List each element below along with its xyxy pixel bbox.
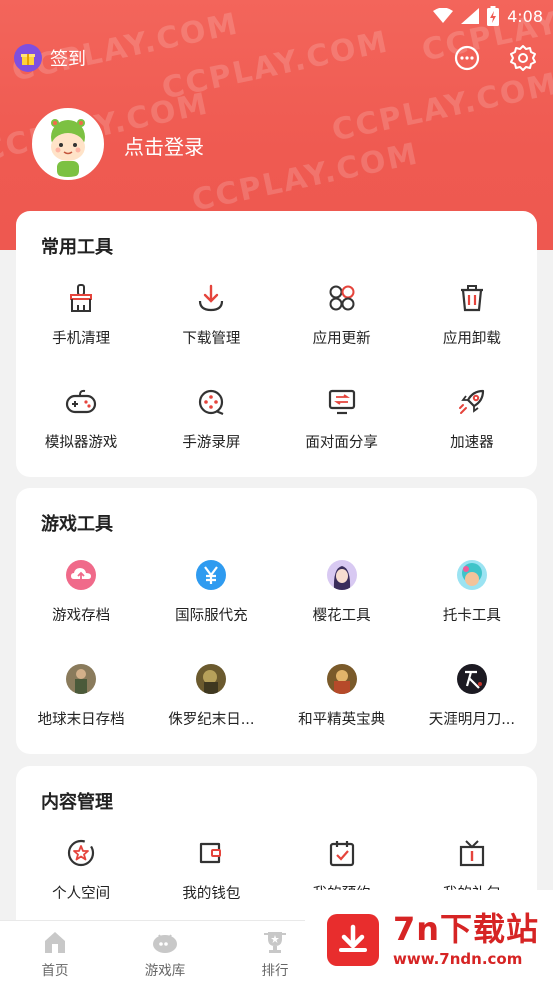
tool-label: 下载管理 (182, 331, 241, 347)
rocket-icon (458, 389, 484, 414)
nav-label: 首页 (41, 963, 69, 979)
broom-icon (70, 284, 93, 312)
common-tools-card: 常用工具 手机清理 下载管理 应用更新 应用卸载 模拟器游戏 手游录屏 面对面分… (16, 211, 537, 477)
menu-personal-space[interactable]: 个人空间 (16, 836, 146, 903)
battery-icon (487, 6, 500, 26)
login-prompt[interactable]: 点击登录 (124, 131, 204, 160)
game-tools-card: 游戏工具 游戏存档 国际服代充 樱花工具 托卡工具 地球末日存档 侏罗纪末日..… (16, 488, 537, 754)
nav-label: 排行 (261, 963, 289, 979)
tool-face-to-face-share[interactable]: 面对面分享 (277, 385, 407, 452)
menu-label: 个人空间 (52, 886, 111, 902)
tool-jurassic[interactable]: 侏罗纪末日... (146, 662, 276, 729)
tool-game-save[interactable]: 游戏存档 (16, 558, 146, 625)
tool-intl-topup[interactable]: 国际服代充 (146, 558, 276, 625)
gear-icon (510, 45, 536, 71)
wallet-icon (200, 842, 222, 864)
game-thumb-toca (456, 560, 487, 590)
menu-wallet[interactable]: 我的钱包 (146, 836, 276, 903)
download-logo-icon (327, 914, 379, 966)
badge-title: 7n下载站 (393, 910, 540, 948)
apps-update-icon (329, 285, 355, 311)
trash-icon (460, 285, 483, 312)
avatar[interactable] (32, 108, 104, 180)
game-library-icon (153, 934, 177, 953)
tool-label: 游戏存档 (52, 608, 111, 624)
section-title: 游戏工具 (41, 514, 113, 535)
nav-label: 游戏库 (144, 963, 186, 979)
tool-label: 加速器 (450, 435, 494, 451)
record-icon (199, 389, 224, 416)
yen-icon (196, 560, 227, 590)
settings-button[interactable] (509, 44, 537, 72)
status-time: 4:08 (507, 6, 543, 26)
share-screen-icon (328, 389, 355, 415)
game-thumb-sakura (326, 560, 357, 590)
watermark-text: CCPLAY.COM (328, 66, 553, 149)
tool-app-update[interactable]: 应用更新 (277, 281, 407, 348)
tool-label: 应用卸载 (442, 331, 501, 347)
signal-icon (461, 8, 480, 24)
gift-box-icon (459, 840, 484, 867)
tool-label: 模拟器游戏 (44, 435, 118, 451)
tool-lastday-save[interactable]: 地球末日存档 (16, 662, 146, 729)
game-thumb-jurassic (196, 664, 227, 694)
game-thumb-peace (326, 664, 357, 694)
tool-label: 应用更新 (312, 331, 371, 347)
tool-label: 手游录屏 (182, 435, 241, 451)
section-title: 内容管理 (41, 792, 113, 813)
tool-toca[interactable]: 托卡工具 (407, 558, 537, 625)
tool-accelerator[interactable]: 加速器 (407, 385, 537, 452)
star-badge-icon (68, 839, 95, 867)
trophy-icon (264, 932, 286, 953)
section-title: 常用工具 (41, 237, 113, 258)
game-thumb-tianya (456, 664, 487, 694)
tool-label: 地球末日存档 (37, 712, 125, 728)
watermark-text: CCPLAY.COM (188, 136, 423, 219)
nav-home[interactable]: 首页 (0, 921, 110, 983)
wifi-icon (433, 8, 454, 23)
tool-label: 面对面分享 (305, 435, 378, 451)
tool-screen-record[interactable]: 手游录屏 (146, 385, 276, 452)
message-icon (454, 45, 480, 71)
tool-sakura[interactable]: 樱花工具 (277, 558, 407, 625)
tool-label: 天涯明月刀... (428, 712, 516, 728)
download-icon (199, 284, 224, 312)
signin-button[interactable]: 签到 (14, 44, 86, 72)
tool-label: 樱花工具 (312, 608, 371, 624)
game-thumb-lastday (66, 664, 97, 694)
tool-peace-elite[interactable]: 和平精英宝典 (277, 662, 407, 729)
tool-phone-clean[interactable]: 手机清理 (16, 281, 146, 348)
tool-tianya[interactable]: 天涯明月刀... (407, 662, 537, 729)
gamepad-icon (66, 389, 97, 414)
nav-game-library[interactable]: 游戏库 (110, 921, 220, 983)
site-watermark-badge: 7n下载站 www.7ndn.com (305, 890, 553, 983)
calendar-check-icon (329, 841, 354, 867)
signin-label: 签到 (50, 49, 86, 70)
tool-emulator-games[interactable]: 模拟器游戏 (16, 385, 146, 452)
message-button[interactable] (453, 44, 481, 72)
status-bar: 4:08 (0, 0, 553, 34)
home-icon (45, 932, 65, 953)
tool-label: 侏罗纪末日... (168, 712, 255, 728)
tool-download-manager[interactable]: 下载管理 (146, 281, 276, 348)
menu-label: 我的钱包 (182, 886, 241, 902)
tool-label: 手机清理 (52, 331, 111, 347)
cloud-upload-icon (66, 560, 97, 590)
tool-label: 国际服代充 (175, 608, 248, 624)
badge-url: www.7ndn.com (393, 950, 523, 968)
tool-app-uninstall[interactable]: 应用卸载 (407, 281, 537, 348)
tool-label: 和平精英宝典 (298, 712, 386, 728)
gift-icon (14, 44, 42, 72)
tool-label: 托卡工具 (442, 608, 501, 624)
